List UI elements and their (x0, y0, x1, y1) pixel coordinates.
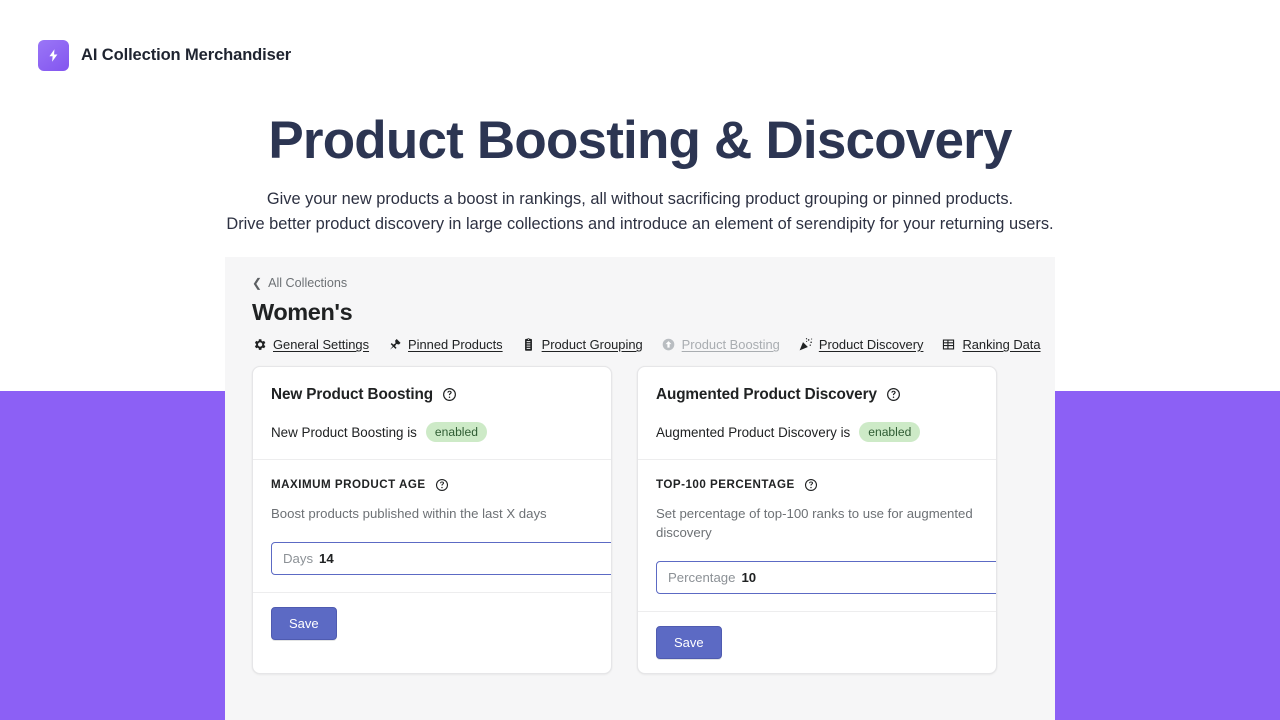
settings-cards: New Product Boosting New Product Boostin… (225, 366, 1055, 674)
tab-label: Product Grouping (541, 337, 643, 352)
question-circle-icon[interactable] (442, 387, 457, 402)
card-field-section: MAXIMUM PRODUCT AGE Boost products publi… (253, 459, 611, 592)
lightning-bolt-icon (38, 40, 69, 71)
card-field-section: TOP-100 PERCENTAGE Set percentage of top… (638, 459, 996, 611)
card-footer: Save (638, 611, 996, 673)
tab-general-settings[interactable]: General Settings (252, 336, 369, 353)
purple-band-right (1055, 391, 1280, 720)
status-badge: enabled (425, 422, 487, 442)
card-augmented-product-discovery: Augmented Product Discovery Augmented Pr… (637, 366, 997, 674)
status-badge: enabled (859, 422, 921, 442)
tab-product-grouping[interactable]: Product Grouping (521, 336, 643, 353)
top-100-percentage-input[interactable]: Percentage 10 (656, 561, 996, 594)
field-label-row: MAXIMUM PRODUCT AGE (271, 477, 593, 493)
card-title: Augmented Product Discovery (656, 386, 877, 403)
question-circle-icon[interactable] (886, 387, 901, 402)
arrow-up-circle-icon (661, 337, 676, 352)
card-header-section: Augmented Product Discovery Augmented Pr… (638, 367, 996, 459)
input-prefix-label: Percentage (668, 570, 736, 585)
field-label: TOP-100 PERCENTAGE (656, 478, 795, 491)
gear-icon (252, 337, 267, 352)
card-new-product-boosting: New Product Boosting New Product Boostin… (252, 366, 612, 674)
input-value: 14 (319, 551, 334, 566)
card-title-row: New Product Boosting (271, 384, 593, 405)
input-value: 10 (741, 570, 757, 585)
field-label-row: TOP-100 PERCENTAGE (656, 477, 978, 493)
status-row: Augmented Product Discovery is enabled (656, 422, 978, 442)
tab-product-boosting[interactable]: Product Boosting (661, 336, 780, 353)
tab-product-discovery[interactable]: Product Discovery (798, 336, 924, 353)
save-button[interactable]: Save (271, 607, 337, 640)
app-header: ❮ All Collections Women's General Settin… (225, 257, 1055, 364)
tab-label: Ranking Data (962, 337, 1041, 352)
party-popper-icon (798, 337, 813, 352)
chevron-left-icon: ❮ (252, 276, 263, 290)
clipboard-icon (521, 337, 536, 352)
collection-title: Women's (252, 299, 353, 325)
card-footer: Save (253, 592, 611, 654)
tab-ranking-data[interactable]: Ranking Data (941, 336, 1041, 353)
hero-subtitle: Give your new products a boost in rankin… (0, 187, 1280, 236)
app-screenshot: ❮ All Collections Women's General Settin… (225, 257, 1055, 720)
brand-header: AI Collection Merchandiser (38, 40, 291, 71)
card-title-row: Augmented Product Discovery (656, 384, 978, 405)
purple-band-left (0, 391, 225, 720)
page-title: Product Boosting & Discovery (268, 111, 1012, 170)
table-icon (941, 337, 956, 352)
card-title: New Product Boosting (271, 386, 434, 403)
save-button[interactable]: Save (656, 626, 722, 659)
breadcrumb-label: All Collections (268, 276, 348, 290)
hero-subtitle-line-1: Give your new products a boost in rankin… (266, 190, 1014, 208)
max-product-age-input[interactable]: Days 14 (271, 542, 611, 575)
tab-label: Product Boosting (681, 337, 780, 352)
field-help-text: Boost products published within the last… (271, 506, 547, 521)
status-text: Augmented Product Discovery is (656, 424, 851, 440)
tab-label: Product Discovery (818, 337, 924, 352)
pushpin-icon (387, 337, 402, 352)
breadcrumb[interactable]: ❮ All Collections (252, 275, 1028, 291)
brand-name: AI Collection Merchandiser (81, 46, 292, 64)
tab-pinned-products[interactable]: Pinned Products (387, 336, 503, 353)
status-row: New Product Boosting is enabled (271, 422, 593, 442)
tab-bar: General Settings Pinned Products Product… (252, 336, 1041, 364)
input-prefix-label: Days (283, 551, 314, 566)
hero-subtitle-line-2: Drive better product discovery in large … (226, 214, 1054, 233)
question-circle-icon[interactable] (804, 478, 818, 492)
question-circle-icon[interactable] (435, 478, 449, 492)
card-header-section: New Product Boosting New Product Boostin… (253, 367, 611, 459)
tab-label: Pinned Products (408, 337, 503, 352)
status-text: New Product Boosting is (271, 424, 417, 440)
field-help-text: Set percentage of top-100 ranks to use f… (656, 506, 973, 540)
field-label: MAXIMUM PRODUCT AGE (271, 478, 426, 491)
hero-section: Product Boosting & Discovery Give your n… (0, 108, 1280, 236)
tab-label: General Settings (273, 337, 370, 352)
